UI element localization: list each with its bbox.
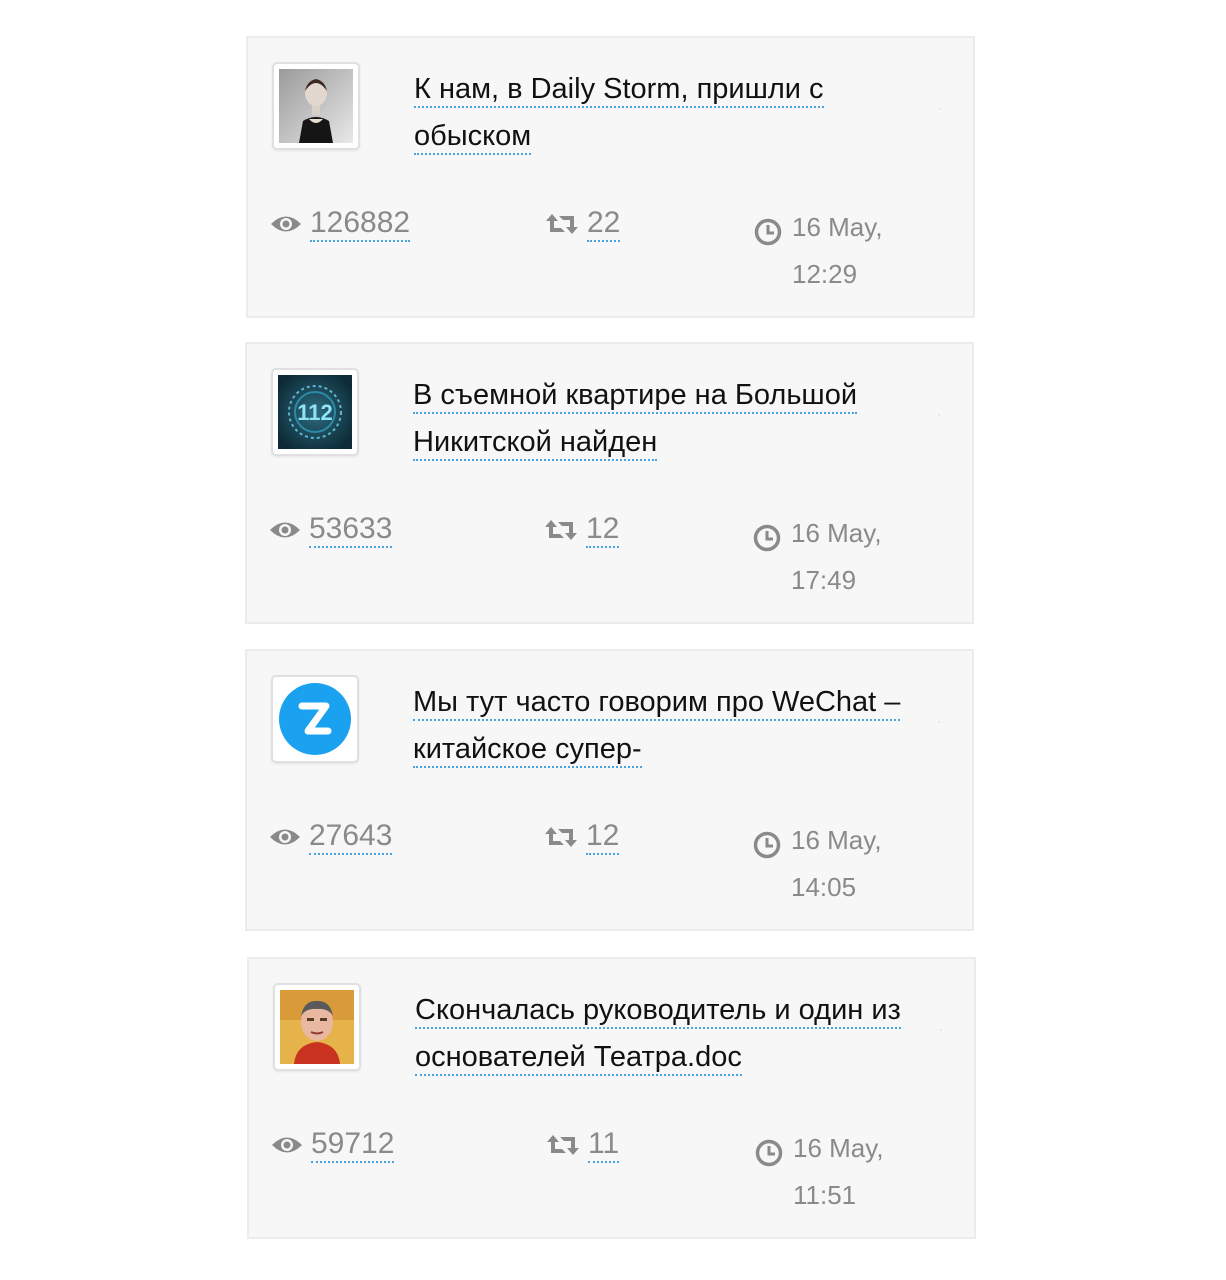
post-date-text: 16 May, 12:29 xyxy=(792,212,883,289)
views-count[interactable]: 53633 xyxy=(309,512,393,548)
eye-icon xyxy=(271,216,301,232)
post-date-text: 16 May, 14:05 xyxy=(791,825,882,902)
post-date-text: 16 May, 17:49 xyxy=(791,518,882,595)
reposts-count[interactable]: 12 xyxy=(586,819,620,855)
channel-avatar[interactable]: 112 xyxy=(271,368,359,456)
woman-portrait-avatar-icon xyxy=(279,69,353,143)
blue-z-logo-icon xyxy=(278,682,352,756)
views-stat: 53633 xyxy=(269,512,393,548)
post-date-text: 16 May, 11:51 xyxy=(793,1133,884,1210)
clock-icon xyxy=(755,1139,783,1167)
post-card: Мы тут часто говорим про WeChat – китайс… xyxy=(245,649,974,931)
clock-icon xyxy=(754,218,782,246)
channel-avatar[interactable] xyxy=(272,62,360,150)
views-count[interactable]: 59712 xyxy=(311,1127,395,1163)
reposts-count[interactable]: 12 xyxy=(586,512,620,548)
reposts-count[interactable]: 22 xyxy=(587,206,621,242)
post-card: К нам, в Daily Storm, пришли с обыском 1… xyxy=(246,36,975,318)
clock-icon xyxy=(753,831,781,859)
retweet-icon xyxy=(545,520,577,540)
views-stat: 27643 xyxy=(269,819,393,855)
retweet-icon xyxy=(545,827,577,847)
reposts-stat: 12 xyxy=(544,819,620,855)
views-count[interactable]: 126882 xyxy=(310,206,411,242)
clock-icon xyxy=(753,524,781,552)
post-title-link[interactable]: К нам, в Daily Storm, пришли с обыском xyxy=(414,66,934,160)
divider-dot xyxy=(938,721,940,723)
divider-dot xyxy=(938,414,940,416)
views-stat: 59712 xyxy=(271,1127,395,1163)
channel-112-logo-icon: 112 xyxy=(278,375,352,449)
reposts-stat: 22 xyxy=(545,206,621,242)
post-title-link[interactable]: Скончалась руководитель и один из основа… xyxy=(415,987,935,1081)
post-title-link[interactable]: Мы тут часто говорим про WeChat – китайс… xyxy=(413,679,933,773)
retweet-icon xyxy=(546,214,578,234)
post-title-link[interactable]: В съемной квартире на Большой Никитской … xyxy=(413,372,933,466)
svg-text:112: 112 xyxy=(297,400,333,425)
post-card: 112 В съемной квартире на Большой Никитс… xyxy=(245,342,974,624)
divider-dot xyxy=(940,1029,942,1031)
eye-icon xyxy=(270,829,300,845)
views-stat: 126882 xyxy=(270,206,411,242)
post-card: Скончалась руководитель и один из основа… xyxy=(247,957,976,1239)
post-feed: К нам, в Daily Storm, пришли с обыском 1… xyxy=(0,0,1226,1280)
post-date: 16 May, 12:29 xyxy=(754,204,952,298)
painted-man-portrait-avatar-icon xyxy=(280,990,354,1064)
eye-icon xyxy=(270,522,300,538)
views-count[interactable]: 27643 xyxy=(309,819,393,855)
eye-icon xyxy=(272,1137,302,1153)
channel-avatar[interactable] xyxy=(271,675,359,763)
reposts-count[interactable]: 11 xyxy=(588,1127,620,1163)
post-date: 16 May, 11:51 xyxy=(755,1125,953,1219)
channel-avatar[interactable] xyxy=(273,983,361,1071)
post-date: 16 May, 14:05 xyxy=(753,817,951,911)
divider-dot xyxy=(939,108,941,110)
reposts-stat: 12 xyxy=(544,512,620,548)
retweet-icon xyxy=(547,1135,579,1155)
reposts-stat: 11 xyxy=(546,1127,620,1163)
post-date: 16 May, 17:49 xyxy=(753,510,951,604)
